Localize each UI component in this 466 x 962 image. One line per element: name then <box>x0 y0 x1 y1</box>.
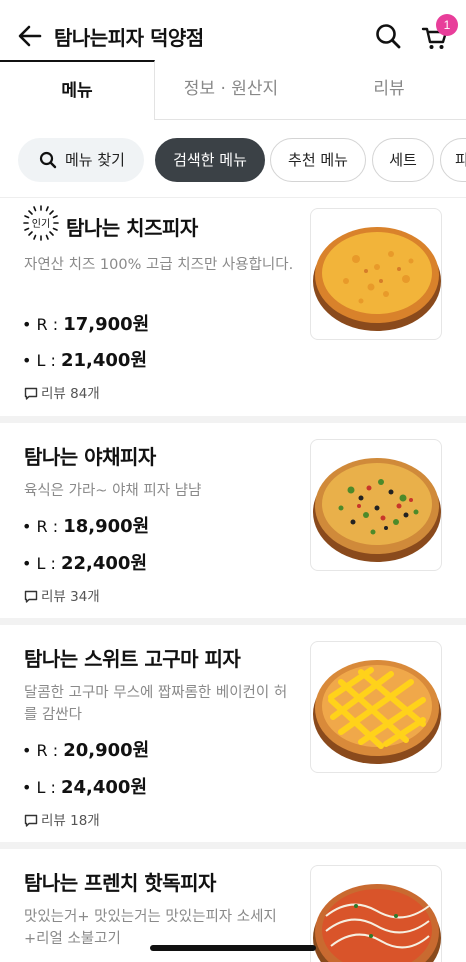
item-name: 탐나는 치즈피자 <box>66 216 198 240</box>
price-regular-label: • R : <box>22 741 64 760</box>
price-regular-label: • R : <box>22 315 64 334</box>
cheese-pizza-image <box>310 208 442 340</box>
price-large: • L : 24,400원 <box>22 773 147 799</box>
vegetable-pizza-image <box>310 439 442 571</box>
search-icon[interactable] <box>374 22 402 50</box>
price-regular: • R : 18,900원 <box>22 512 149 538</box>
price-large-label: • L : <box>22 778 61 797</box>
price-large-value: 22,400원 <box>61 553 148 574</box>
price-large-value: 24,400원 <box>61 777 148 798</box>
find-menu-label: 메뉴 찾기 <box>65 151 125 169</box>
price-large: • L : 21,400원 <box>22 346 147 372</box>
french-hotdog-pizza-image <box>310 865 442 962</box>
set-menu-chip[interactable]: 세트 <box>372 138 434 182</box>
item-description: 자연산 치즈 100% 고급 치즈만 사용합니다. <box>24 257 294 273</box>
item-description: 달콤한 고구마 무스에 짭짜롬한 베이컨이 허를 감싼다 <box>24 685 288 723</box>
tab-review[interactable]: 리뷰 <box>312 60 466 120</box>
review-count-label: 리뷰 18개 <box>41 813 100 829</box>
back-arrow-icon[interactable] <box>16 22 44 50</box>
speech-bubble-icon <box>24 814 38 827</box>
item-name: 탐나는 스위트 고구마 피자 <box>24 647 241 671</box>
search-icon <box>39 151 57 169</box>
price-regular-value: 18,900원 <box>63 516 150 537</box>
price-large: • L : 22,400원 <box>22 549 147 575</box>
price-regular-label: • R : <box>22 517 64 536</box>
price-large-label: • L : <box>22 351 61 370</box>
item-name: 탐나는 야채피자 <box>24 445 156 469</box>
menu-item-sweet-potato-pizza[interactable]: 탐나는 스위트 고구마 피자 달콤한 고구마 무스에 짭짜롬한 베이컨이 허를 … <box>0 625 466 849</box>
menu-category-chips: 메뉴 찾기 검색한 메뉴 추천 메뉴 세트 피 <box>0 120 466 198</box>
sweet-potato-pizza-image <box>310 641 442 773</box>
searched-menu-chip[interactable]: 검색한 메뉴 <box>155 138 265 182</box>
speech-bubble-icon <box>24 590 38 603</box>
item-name: 탐나는 프렌치 핫독피자 <box>24 871 216 895</box>
find-menu-chip[interactable]: 메뉴 찾기 <box>18 138 144 182</box>
price-regular-value: 17,900원 <box>63 314 150 335</box>
popular-badge-label: 인기 <box>32 218 50 230</box>
item-description: 맛있는거+ 맛있는거는 맛있는피자 소세지+리얼 소불고기 <box>24 909 277 947</box>
cart-count-badge: 1 <box>436 14 458 36</box>
page-title: 탐나는피자 덕양점 <box>54 26 204 50</box>
menu-item-cheese-pizza[interactable]: 인기 탐나는 치즈피자 자연산 치즈 100% 고급 치즈만 사용합니다. • … <box>0 198 466 423</box>
menu-item-vegetable-pizza[interactable]: 탐나는 야채피자 육식은 가라~ 야채 피자 냠냠 • R : 18,900원 … <box>0 423 466 625</box>
recommended-menu-chip[interactable]: 추천 메뉴 <box>270 138 366 182</box>
price-large-value: 21,400원 <box>61 350 148 371</box>
review-count: 리뷰 84개 <box>24 382 100 402</box>
pizza-menu-chip[interactable]: 피 <box>440 138 466 182</box>
review-count: 리뷰 34개 <box>24 585 100 605</box>
review-count-label: 리뷰 84개 <box>41 386 100 402</box>
price-regular: • R : 17,900원 <box>22 310 149 336</box>
tab-menu[interactable]: 메뉴 <box>0 60 155 120</box>
tab-info-origin[interactable]: 정보 · 원산지 <box>156 60 306 120</box>
review-count: 리뷰 18개 <box>24 809 100 829</box>
store-tabs: 메뉴 정보 · 원산지 리뷰 <box>0 60 466 120</box>
speech-bubble-icon <box>24 387 38 400</box>
popular-badge-icon: 인기 <box>23 205 59 241</box>
review-count-label: 리뷰 34개 <box>41 589 100 605</box>
price-regular: • R : 20,900원 <box>22 736 149 762</box>
item-description: 육식은 가라~ 야채 피자 냠냠 <box>24 483 202 499</box>
price-large-label: • L : <box>22 554 61 573</box>
price-regular-value: 20,900원 <box>63 740 150 761</box>
home-indicator[interactable] <box>150 945 316 951</box>
